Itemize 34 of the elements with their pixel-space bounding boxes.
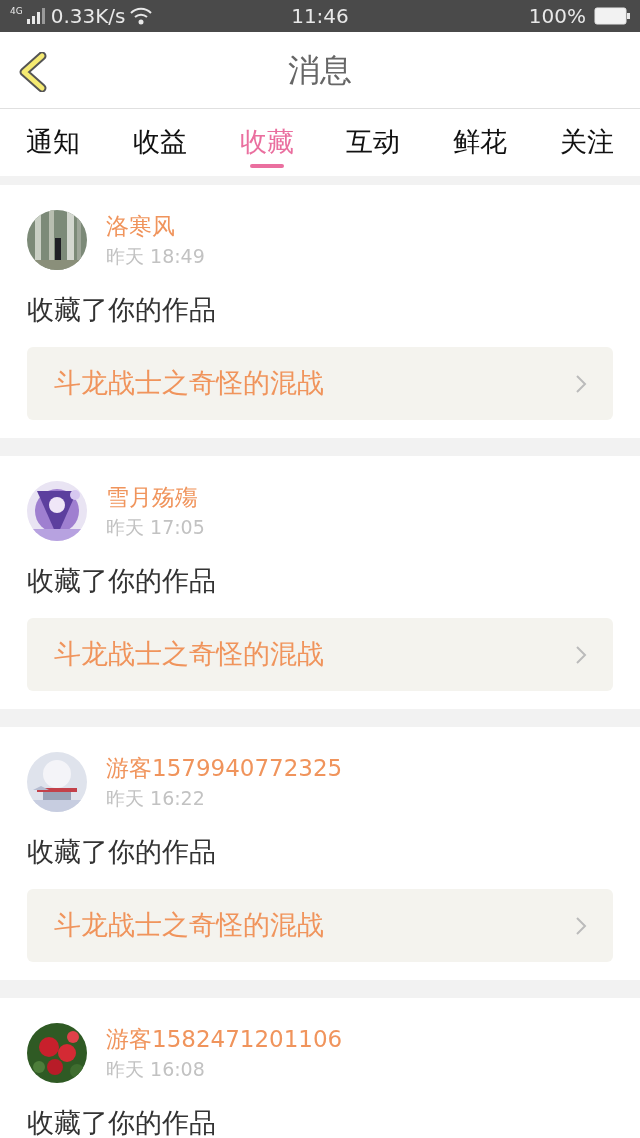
message-text: 收藏了你的作品 [27, 835, 217, 869]
message-time: 昨天 16:08 [106, 1057, 206, 1082]
category-tab[interactable]: 鲜花 [433, 109, 528, 176]
battery-percent: 100% [528, 3, 586, 30]
back-icon [18, 52, 48, 92]
category-tab[interactable]: 收益 [112, 109, 207, 176]
category-tab[interactable]: 通知 [6, 109, 100, 176]
chevron-right-icon [575, 644, 587, 665]
user-name[interactable]: 雪月殇殤 [106, 482, 205, 512]
user-name[interactable]: 游客1579940772325 [106, 753, 343, 783]
work-link[interactable]: 斗龙战士之奇怪的混战 [27, 347, 613, 420]
message-text: 收藏了你的作品 [27, 293, 217, 327]
message-text: 收藏了你的作品 [27, 1106, 217, 1138]
chevron-right-icon [575, 373, 587, 394]
user-name[interactable]: 洛寒风 [106, 211, 205, 241]
user-name[interactable]: 游客1582471201106 [106, 1024, 343, 1054]
work-link[interactable]: 斗龙战士之奇怪的混战 [27, 889, 613, 962]
message-text: 收藏了你的作品 [27, 564, 217, 598]
category-tab[interactable]: 关注 [540, 109, 634, 176]
work-link[interactable]: 斗龙战士之奇怪的混战 [27, 618, 613, 691]
category-tab[interactable]: 收藏 [219, 109, 314, 176]
signal-icon [26, 8, 47, 24]
chevron-right-icon [575, 915, 587, 936]
battery-icon [594, 7, 630, 25]
network-speed: 0.33K/s [50, 3, 126, 30]
tab-indicator [249, 164, 284, 168]
message-time: 昨天 17:05 [106, 515, 205, 540]
wifi-icon [129, 7, 152, 25]
clock: 11:46 [291, 3, 349, 30]
page-title: 消息 [288, 50, 352, 91]
message-time: 昨天 16:22 [106, 786, 206, 811]
message-time: 昨天 18:49 [106, 244, 205, 269]
network-label: 4G [10, 7, 23, 16]
category-tab[interactable]: 互动 [326, 109, 421, 176]
